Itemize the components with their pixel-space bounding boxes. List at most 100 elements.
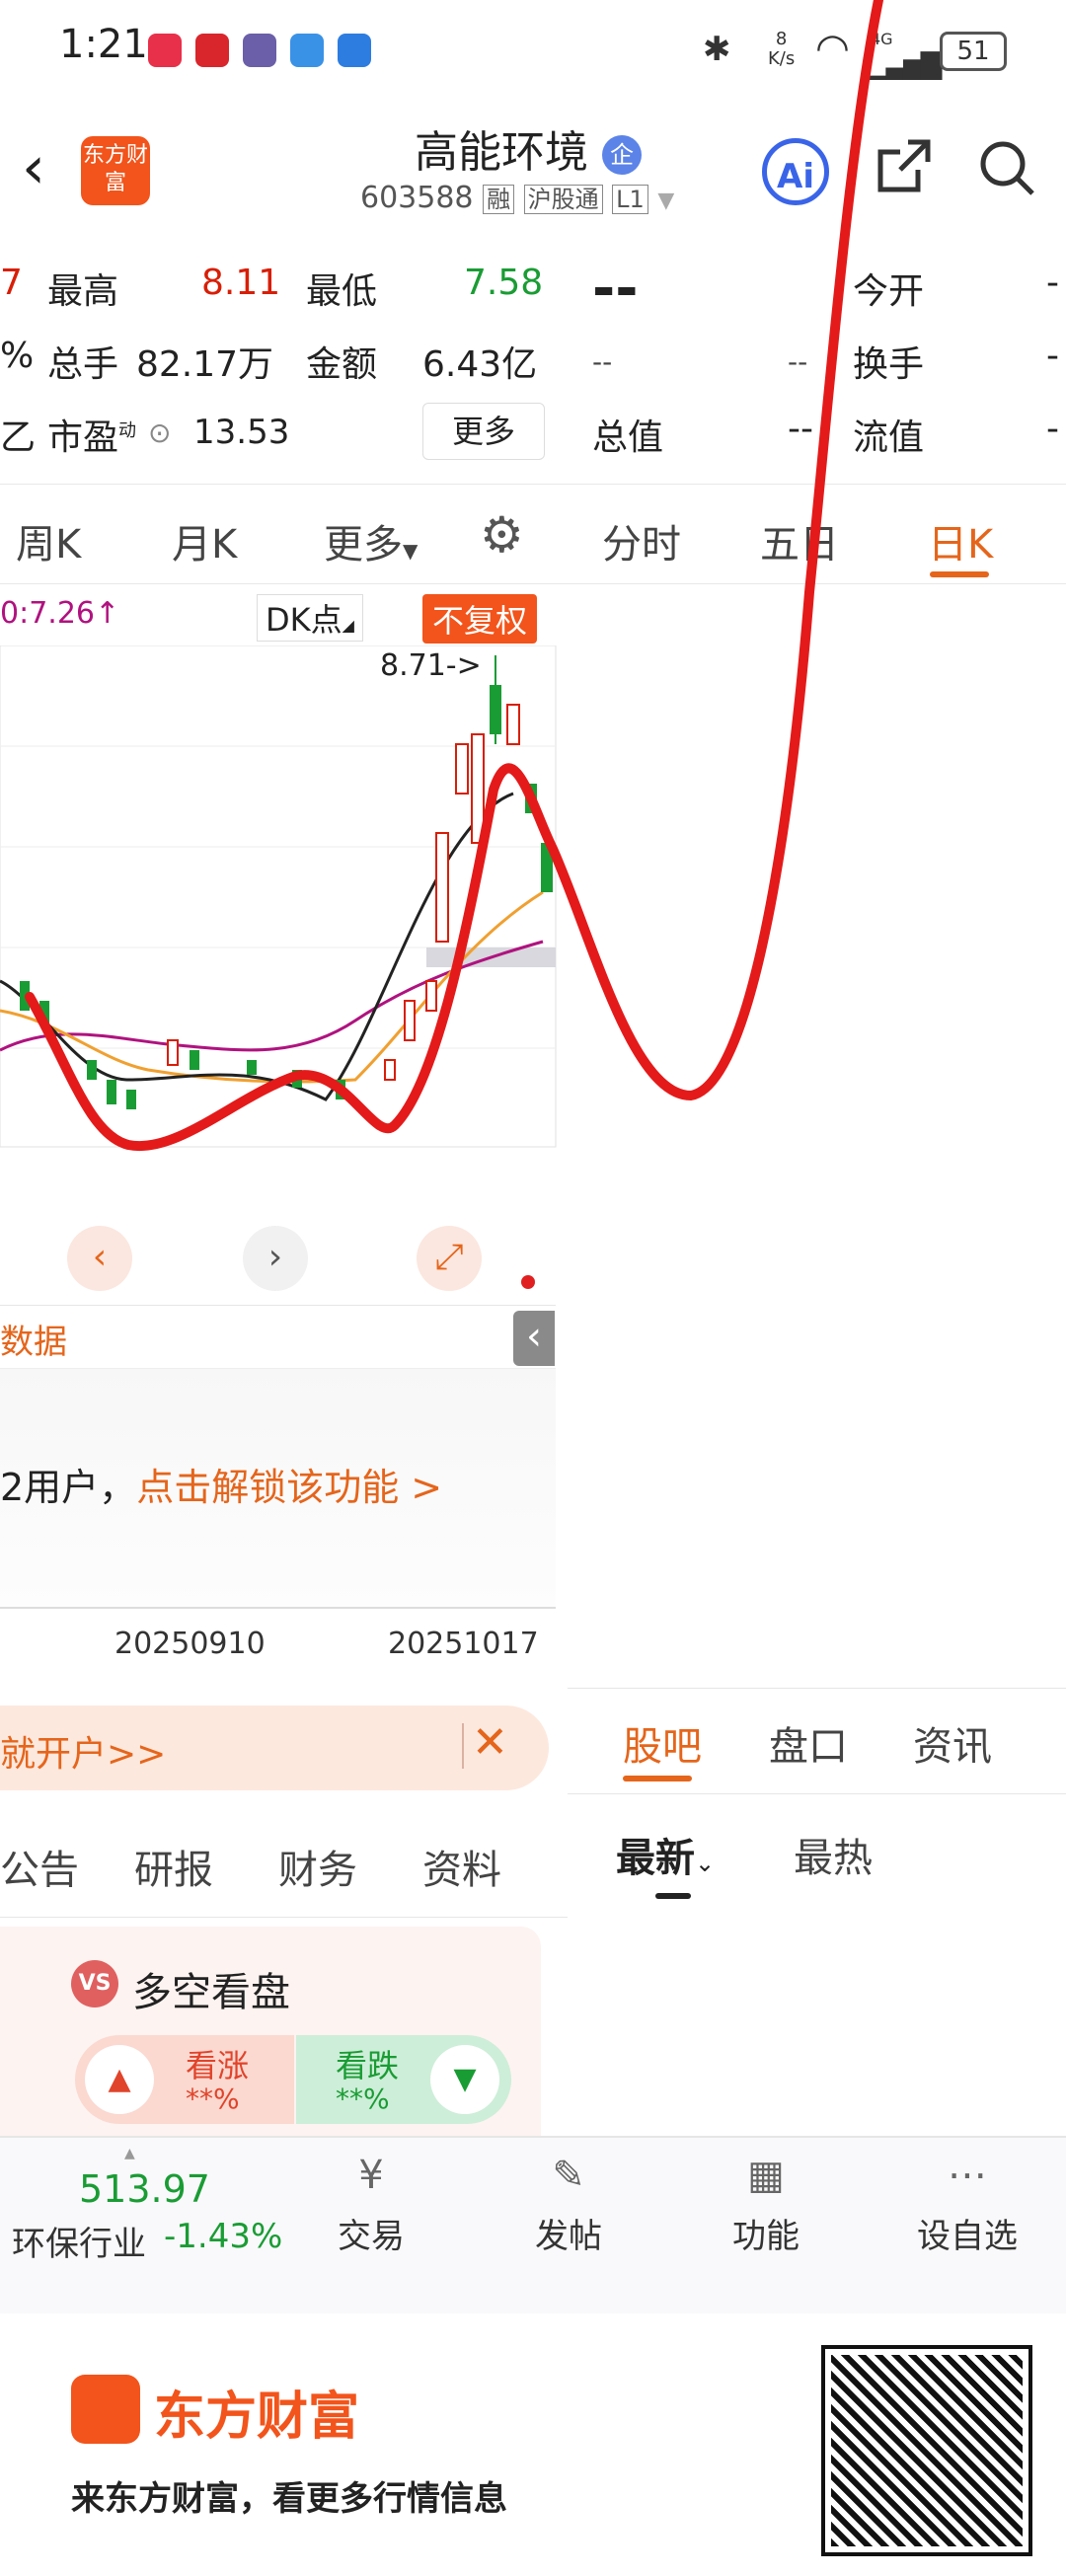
stock-name-text: 高能环境	[415, 127, 588, 178]
brand-name: 东方财富	[154, 2387, 360, 2447]
nav-trade[interactable]: ¥ 交易	[292, 2138, 450, 2257]
bearish-button[interactable]: 看跌 **% ▼	[296, 2035, 511, 2124]
tab-more-label: 更多	[324, 522, 403, 568]
tab-finance[interactable]: 财务	[278, 1838, 357, 1895]
search-icon[interactable]	[975, 136, 1038, 199]
divider	[462, 1723, 464, 1769]
yuan-refresh-icon: ¥	[358, 2153, 384, 2198]
nav-watchlist[interactable]: ⋯ 设自选	[888, 2138, 1046, 2257]
date-label: 20251017	[388, 1627, 539, 1661]
tab-day-k[interactable]: 日K	[928, 512, 993, 569]
tab-month-k[interactable]: 月K	[172, 512, 237, 569]
close-icon[interactable]: ✕	[472, 1717, 508, 1768]
tab-profile[interactable]: 资料	[422, 1838, 501, 1895]
promo-text[interactable]: 就开户>>	[0, 1725, 166, 1777]
bullish-button[interactable]: ▲ 看涨 **%	[75, 2035, 294, 2124]
data-tab[interactable]: 数据	[0, 1315, 67, 1363]
network-speed: 8 K/s	[768, 30, 795, 69]
time-axis	[0, 1607, 556, 1609]
nav-features[interactable]: ▦ 功能	[687, 2138, 845, 2257]
date-label: 20250910	[114, 1627, 266, 1661]
tab-research[interactable]: 研报	[134, 1838, 213, 1895]
low-label: 最低	[306, 271, 378, 312]
speed-unit: K/s	[768, 48, 796, 69]
brand-logo-icon	[71, 2375, 140, 2444]
nav-trade-label: 交易	[338, 2217, 405, 2256]
sort-newest[interactable]: 最新⌄	[616, 1826, 715, 1883]
share-icon[interactable]	[875, 136, 934, 195]
dk-point-button[interactable]: DK点◢	[257, 594, 363, 642]
chevron-up-icon: ▲	[124, 2146, 135, 2161]
high-value: 8.11	[201, 263, 281, 303]
wifi-icon: ◠	[815, 26, 850, 71]
speed-value: 8	[775, 29, 788, 49]
app-notification-icon	[338, 34, 371, 67]
chevron-down-icon: ⌄	[695, 1850, 716, 1877]
footer-slogan: 来东方财富，看更多行情信息	[71, 2479, 507, 2519]
sort-indicator	[655, 1893, 691, 1899]
float-value-label: 流值	[853, 417, 925, 458]
chevron-down-icon[interactable]: ▼	[657, 189, 674, 213]
tab-week-k[interactable]: 周K	[16, 512, 81, 569]
kline-chart: 8.71->	[0, 645, 557, 1148]
open-label: 今开	[853, 271, 925, 312]
pe-label-text: 市盈	[47, 417, 119, 458]
change-percent: --	[788, 345, 808, 378]
ma-indicator: 0:7.26↑	[0, 596, 120, 631]
tab-orderbook[interactable]: 盘口	[769, 1714, 848, 1772]
card-title: 多空看盘	[132, 1970, 290, 2015]
more-button[interactable]: 更多	[422, 403, 545, 460]
arrow-down-icon: ▼	[430, 2045, 499, 2114]
tab-more[interactable]: 更多▼	[324, 512, 418, 569]
tab-intraday[interactable]: 分时	[602, 512, 681, 569]
low-value: 7.58	[464, 263, 544, 303]
current-price: --	[592, 257, 639, 321]
nav-watchlist-label: 设自选	[917, 2217, 1018, 2256]
stock-code: 603588	[360, 181, 474, 215]
turnover-label: 换手	[853, 344, 925, 385]
arrow-up-icon: ▲	[85, 2045, 154, 2114]
partial-value: 乙	[0, 417, 37, 458]
notification-dot	[521, 1275, 535, 1289]
stock-code-row: 603588 融 沪股通 L1 ▼	[360, 180, 674, 215]
unlock-link[interactable]: 点击解锁该功能 >	[136, 1466, 442, 1509]
chevron-right-icon[interactable]: ›	[243, 1226, 308, 1291]
partial-value: 7	[0, 263, 23, 303]
ai-button[interactable]: Ai	[762, 138, 829, 205]
dk-label: DK点	[266, 601, 343, 639]
more-dots-icon: ⋯	[948, 2153, 987, 2198]
qr-code	[821, 2345, 1032, 2556]
tab-five-day[interactable]: 五日	[760, 512, 839, 569]
battery-icon: 51	[940, 32, 1007, 71]
active-tab-indicator	[623, 1776, 692, 1781]
open-account-banner[interactable]: 就开户>> ✕	[0, 1705, 549, 1790]
industry-value: 513.97	[79, 2167, 210, 2211]
expand-icon[interactable]: ⤢	[417, 1226, 482, 1291]
back-icon[interactable]: ‹	[22, 138, 45, 197]
industry-index[interactable]: ▲ 513.97 环保行业 -1.43%	[0, 2138, 282, 2315]
adjust-badge[interactable]: 不复权	[422, 594, 538, 644]
settings-icon[interactable]: ⚙	[480, 506, 524, 564]
sort-hottest[interactable]: 最热	[794, 1826, 873, 1883]
tab-news[interactable]: 资讯	[913, 1714, 992, 1772]
nav-post[interactable]: ✎ 发帖	[490, 2138, 647, 2257]
signal-type: 4G	[871, 30, 893, 48]
bullish-percent: **%	[186, 2083, 240, 2115]
open-value: -	[1046, 263, 1059, 303]
nav-features-label: 功能	[732, 2217, 800, 2256]
industry-change: -1.43%	[164, 2217, 283, 2256]
info-icon[interactable]: ⊙	[148, 417, 171, 449]
high-marker: 8.71->	[380, 648, 482, 683]
app-notification-icon	[243, 34, 276, 67]
margin-tag: 融	[483, 185, 515, 214]
tab-guba[interactable]: 股吧	[623, 1714, 702, 1772]
collapse-chevron-icon[interactable]: ‹	[513, 1311, 555, 1366]
quote-panel: 7 % 乙 最高 8.11 最低 7.58 总手 82.17万 金额 6.43亿…	[0, 237, 1066, 484]
unlock-prefix: 2用户，	[0, 1466, 137, 1509]
tab-announcement[interactable]: 公告	[0, 1838, 79, 1895]
bullish-label: 看涨	[186, 2047, 250, 2084]
volume-value: 82.17万	[136, 344, 274, 385]
stock-name: 高能环境 企	[415, 116, 642, 180]
bottom-nav: ▲ 513.97 环保行业 -1.43% ¥ 交易 ✎ 发帖 ▦ 功能 ⋯ 设自…	[0, 2136, 1066, 2315]
chevron-left-icon[interactable]: ‹	[67, 1226, 132, 1291]
